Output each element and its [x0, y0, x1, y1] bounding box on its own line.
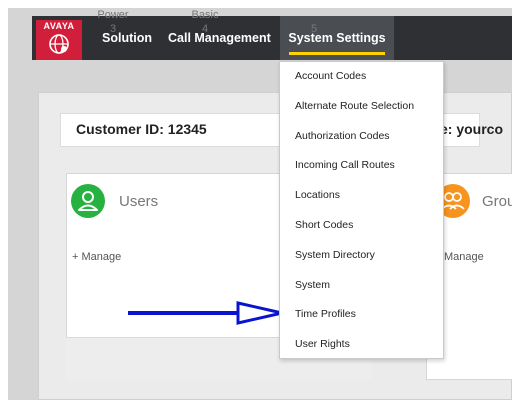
users-card-title: Users	[119, 193, 159, 210]
stat-power: Power 3	[73, 8, 153, 36]
menu-item-user-rights[interactable]: User Rights	[280, 330, 443, 360]
menu-item-time-profiles[interactable]: Time Profiles	[280, 300, 443, 330]
customer-name-partial: e: yourco	[440, 121, 504, 137]
menu-item-account-codes[interactable]: Account Codes	[280, 62, 443, 92]
stat-label	[274, 8, 354, 22]
stat-label: Power	[97, 9, 129, 21]
menu-item-incoming-call-routes[interactable]: Incoming Call Routes	[280, 151, 443, 181]
stat-value: 4	[201, 23, 209, 35]
avaya-globe-icon	[49, 34, 69, 54]
menu-item-short-codes[interactable]: Short Codes	[280, 211, 443, 241]
user-icon	[71, 184, 105, 218]
stat-third: 5	[274, 8, 354, 36]
menu-item-alternate-route-selection[interactable]: Alternate Route Selection	[280, 92, 443, 122]
stat-basic: Basic 4	[165, 8, 245, 36]
stat-value: 3	[109, 23, 117, 35]
active-nav-underline	[289, 52, 385, 55]
groups-manage-link[interactable]: Manage	[444, 251, 484, 263]
stat-label: Basic	[191, 9, 219, 21]
menu-item-system[interactable]: System	[280, 271, 443, 301]
customer-id: Customer ID: 12345	[76, 121, 207, 137]
system-settings-dropdown: Account Codes Alternate Route Selection …	[279, 61, 444, 359]
right-arrow-icon	[128, 301, 283, 325]
menu-item-authorization-codes[interactable]: Authorization Codes	[280, 122, 443, 152]
stat-value: 5	[310, 23, 318, 35]
menu-item-system-directory[interactable]: System Directory	[280, 241, 443, 271]
users-manage-link[interactable]: + Manage	[72, 251, 121, 263]
groups-card-title: Grou	[482, 193, 512, 210]
menu-item-locations[interactable]: Locations	[280, 181, 443, 211]
